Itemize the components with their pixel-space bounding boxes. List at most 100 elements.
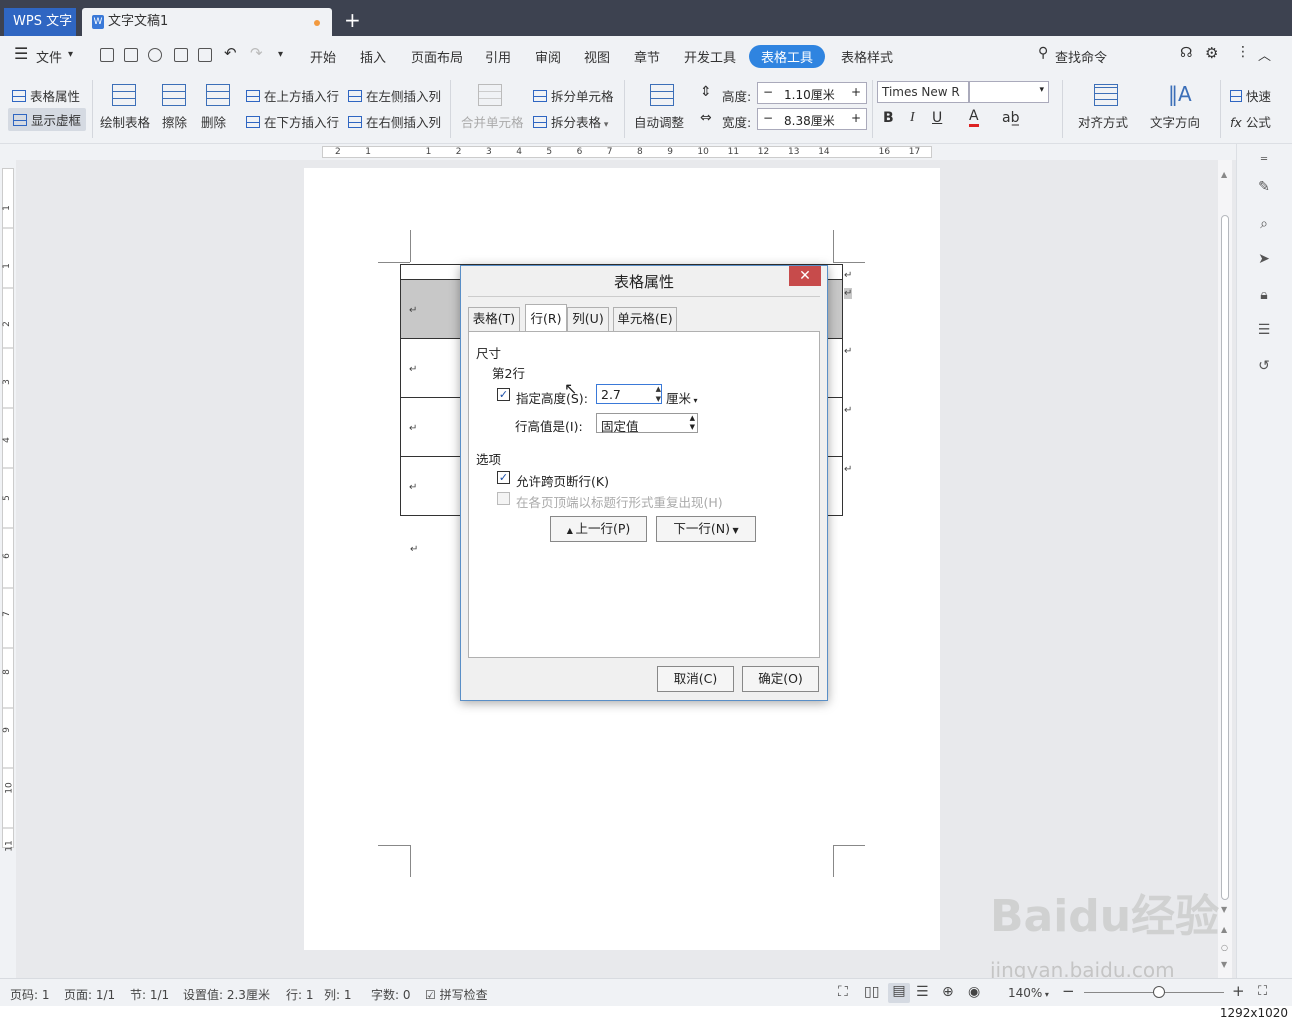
menu-references[interactable]: 引用 <box>485 47 511 66</box>
history-icon[interactable]: ↺ <box>1255 358 1273 374</box>
status-col[interactable]: 列: 1 <box>324 986 352 1003</box>
web-view-icon[interactable]: ⊕ <box>942 984 954 1000</box>
redo-icon[interactable]: ↷ <box>250 44 263 62</box>
select-browse-icon[interactable]: ○ <box>1221 943 1228 952</box>
eye-protect-icon[interactable]: ◉ <box>968 984 980 1000</box>
fit-page-icon[interactable]: ⛶ <box>1258 984 1267 999</box>
insert-row-above-button[interactable]: 在上方插入行 <box>246 86 339 105</box>
next-row-button[interactable]: 下一行(N) ▼ <box>656 516 756 542</box>
menu-review[interactable]: 审阅 <box>535 47 561 66</box>
tab-cell[interactable]: 单元格(E) <box>613 307 677 331</box>
vertical-scrollbar[interactable]: ▲ ▼ ▲ ○ ▼ <box>1218 160 1232 978</box>
unit-select[interactable]: 厘米 ▾ <box>666 388 698 407</box>
status-section[interactable]: 节: 1/1 <box>130 986 169 1003</box>
repeat-header-checkbox[interactable] <box>497 492 510 505</box>
save-icon[interactable] <box>124 48 138 62</box>
ok-button[interactable]: 确定(O) <box>742 666 819 692</box>
print-icon[interactable] <box>174 48 188 62</box>
status-row[interactable]: 行: 1 <box>286 986 314 1003</box>
drag-handle-icon[interactable]: ═ <box>1255 152 1273 168</box>
tab-table[interactable]: 表格(T) <box>468 307 520 331</box>
next-page-icon[interactable]: ▼ <box>1221 960 1227 969</box>
underline-button[interactable]: U <box>932 110 942 126</box>
menu-view[interactable]: 视图 <box>584 47 610 66</box>
lock-icon[interactable]: 🔒︎ <box>1255 287 1273 303</box>
split-table-button[interactable]: 拆分表格 ▾ <box>533 112 608 131</box>
menu-table-tools[interactable]: 表格工具 <box>749 45 826 68</box>
italic-button[interactable]: I <box>910 110 915 126</box>
width-spinner[interactable]: − 8.38厘米 + <box>757 108 867 130</box>
bold-button[interactable]: B <box>883 110 894 126</box>
zoom-level[interactable]: 140% ▾ <box>1008 986 1049 1000</box>
menu-developer[interactable]: 开发工具 <box>684 47 736 66</box>
text-direction-button[interactable]: 文字方向 <box>1150 112 1200 131</box>
scrollbar-thumb[interactable] <box>1221 215 1229 900</box>
insert-row-below-button[interactable]: 在下方插入行 <box>246 112 339 131</box>
menu-start[interactable]: 开始 <box>310 47 336 66</box>
collapse-ribbon-icon[interactable]: ︿ <box>1258 45 1271 64</box>
zoom-in-icon[interactable]: + <box>1232 982 1245 1000</box>
allow-break-checkbox[interactable]: ✓ <box>497 471 510 484</box>
cursor-icon[interactable]: ➤ <box>1255 251 1273 267</box>
merge-cells-button[interactable]: 合并单元格 <box>461 112 524 131</box>
increase-icon[interactable]: + <box>851 85 861 99</box>
outline-view-icon[interactable]: ☰ <box>916 984 929 1000</box>
draw-table-button[interactable]: 绘制表格 <box>100 112 150 131</box>
menu-table-style[interactable]: 表格样式 <box>841 47 893 66</box>
auto-fit-button[interactable]: 自动调整 <box>634 112 684 131</box>
erase-button[interactable]: 擦除 <box>162 112 187 131</box>
status-words[interactable]: 字数: 0 <box>371 986 411 1003</box>
row-height-mode-select[interactable]: 固定值 ▲ ▼ <box>596 413 698 434</box>
scroll-down-icon[interactable]: ▼ <box>1221 905 1227 914</box>
insert-col-left-button[interactable]: 在左侧插入列 <box>348 86 441 105</box>
status-pages[interactable]: 页面: 1/1 <box>64 986 115 1003</box>
menu-page-layout[interactable]: 页面布局 <box>411 47 463 66</box>
gear-icon[interactable]: ⚙ <box>1205 44 1218 62</box>
undo-icon[interactable]: ↶ <box>224 44 237 62</box>
spell-check-button[interactable]: ☑ 拼写检查 <box>425 986 488 1003</box>
fullscreen-icon[interactable]: ⛶ <box>838 984 848 1000</box>
sliders-icon[interactable]: ☰ <box>1255 322 1273 338</box>
alignment-button[interactable]: 对齐方式 <box>1078 112 1128 131</box>
file-menu[interactable]: 文件 <box>36 47 62 66</box>
chevron-down-icon[interactable]: ▾ <box>68 49 73 60</box>
previous-row-button[interactable]: ▲ 上一行(P) <box>550 516 647 542</box>
insert-col-right-button[interactable]: 在右侧插入列 <box>348 112 441 131</box>
find-command[interactable]: 查找命令 <box>1055 47 1107 66</box>
new-tab-button[interactable]: + <box>344 8 361 32</box>
show-gridlines-button[interactable]: 显示虚框 <box>8 108 87 131</box>
decrease-icon[interactable]: − <box>763 111 773 125</box>
prev-page-icon[interactable]: ▲ <box>1221 925 1227 934</box>
reading-view-icon[interactable]: ▯▯ <box>864 984 879 1000</box>
document-tab[interactable]: W 文字文稿1 <box>82 8 332 36</box>
split-cell-button[interactable]: 拆分单元格 <box>533 86 614 105</box>
font-color-button[interactable]: A <box>969 108 979 127</box>
specify-height-checkbox[interactable]: ✓ <box>497 388 510 401</box>
format-painter-icon[interactable] <box>148 48 162 62</box>
formula-button[interactable]: fx 公式 <box>1230 112 1271 131</box>
more-icon[interactable]: ⋮ <box>1236 44 1250 60</box>
spin-arrows-icon[interactable]: ▲ ▼ <box>656 384 661 404</box>
status-setting[interactable]: 设置值: 2.3厘米 <box>183 986 270 1003</box>
height-spinner[interactable]: − 1.10厘米 + <box>757 82 867 104</box>
close-button[interactable]: ✕ <box>789 266 821 286</box>
delete-button[interactable]: 删除 <box>201 112 226 131</box>
increase-icon[interactable]: + <box>851 111 861 125</box>
search-icon[interactable]: ⚲ <box>1038 45 1048 61</box>
cancel-button[interactable]: 取消(C) <box>657 666 734 692</box>
vertical-ruler[interactable]: 1 1 2 3 4 5 6 7 8 9 10 11 <box>0 160 16 978</box>
font-name-select[interactable]: Times New R <box>877 81 969 103</box>
table-properties-button[interactable]: 表格属性 <box>12 86 80 105</box>
print-preview-icon[interactable] <box>198 48 212 62</box>
headset-icon[interactable]: ☊ <box>1180 45 1192 61</box>
pen-icon[interactable]: ✎ <box>1255 179 1273 195</box>
quick-calc-button[interactable]: 快速 <box>1230 86 1271 105</box>
quick-access-dropdown-icon[interactable]: ▾ <box>278 49 283 60</box>
height-input[interactable]: 2.7 ▲ ▼ <box>596 384 662 404</box>
zoom-out-icon[interactable]: − <box>1062 982 1075 1000</box>
highlight-icon[interactable]: ab̲ <box>1002 110 1019 126</box>
menu-insert[interactable]: 插入 <box>360 47 386 66</box>
status-page[interactable]: 页码: 1 <box>10 986 50 1003</box>
menu-chapter[interactable]: 章节 <box>634 47 660 66</box>
decrease-icon[interactable]: − <box>763 85 773 99</box>
